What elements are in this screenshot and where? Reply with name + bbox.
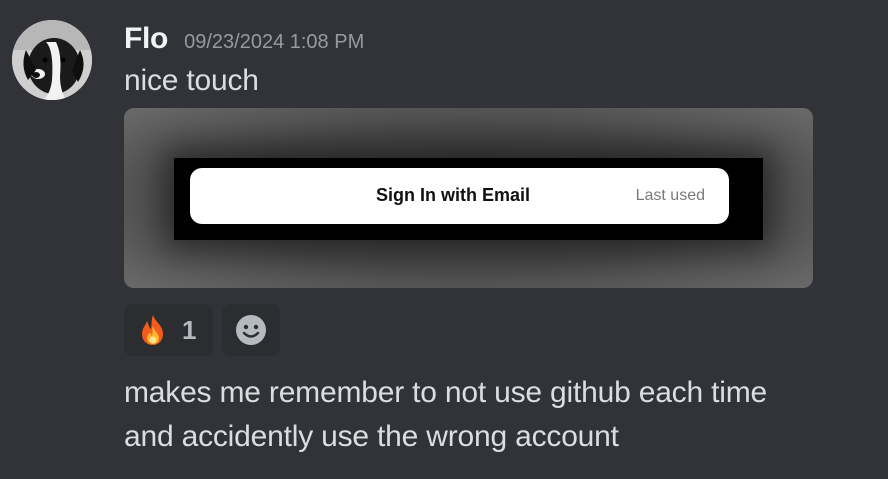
avatar[interactable] <box>12 20 92 100</box>
timestamp: 09/23/2024 1:08 PM <box>184 31 365 53</box>
fire-icon <box>142 315 163 345</box>
message-text-line: and accidently use the wrong account <box>124 420 619 453</box>
message-text: nice touch <box>124 64 259 97</box>
sign-in-button-preview: Sign In with Email Last used <box>190 168 729 224</box>
add-reaction-button[interactable] <box>222 304 280 356</box>
message-header: Flo 09/23/2024 1:08 PM <box>124 22 364 62</box>
username[interactable]: Flo <box>124 22 168 56</box>
sign-in-label: Sign In with Email <box>376 185 531 205</box>
smiley-icon <box>236 315 266 345</box>
dog-avatar-icon <box>12 20 92 100</box>
chat-message: Flo 09/23/2024 1:08 PM nice touch Sign I… <box>0 0 888 479</box>
last-used-badge: Last used <box>635 187 705 204</box>
message-text-line: makes me remember to not use github each… <box>124 376 767 409</box>
message-text-followup: makes me remember to not use github each… <box>124 371 767 459</box>
attachment-frame: Sign In with Email Last used <box>174 158 763 240</box>
image-attachment[interactable]: Sign In with Email Last used <box>124 108 813 288</box>
reaction-count: 1 <box>182 314 197 345</box>
reaction-fire[interactable]: 1 <box>124 304 213 356</box>
reactions-bar: 1 <box>124 304 280 356</box>
